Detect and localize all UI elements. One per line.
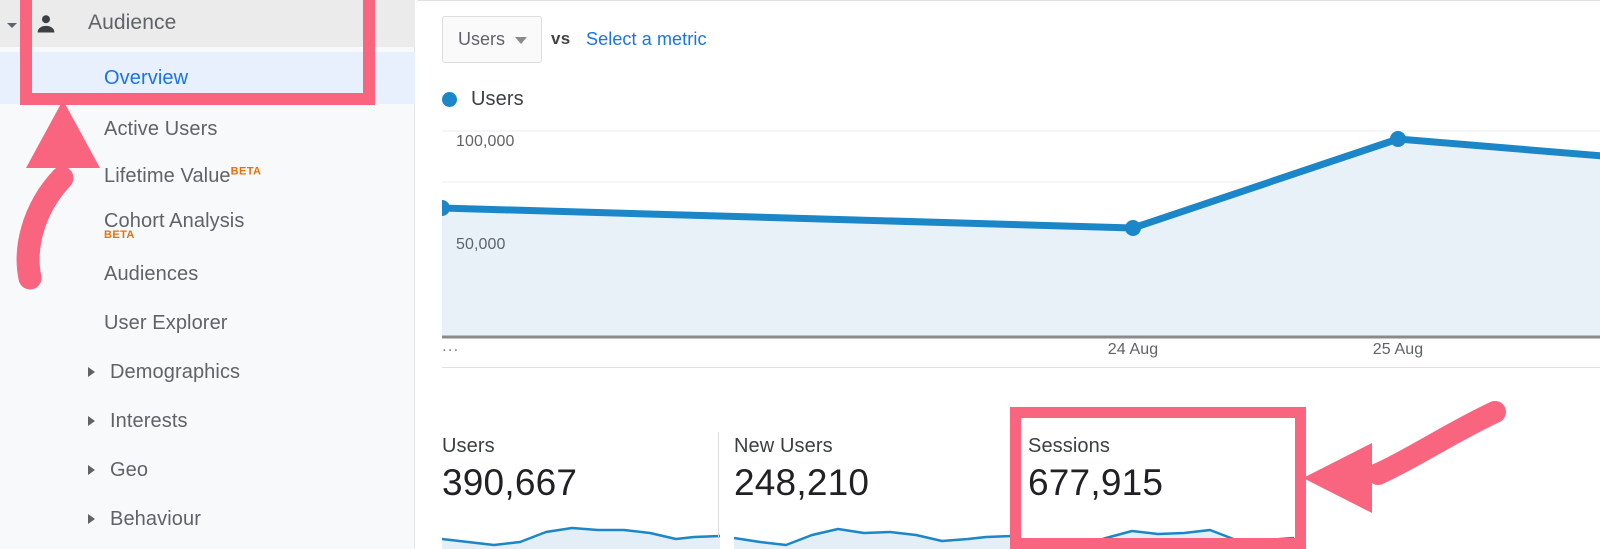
caret-down-icon[interactable] <box>4 17 20 33</box>
caret-right-icon <box>88 367 95 377</box>
metric-card-separator <box>1010 432 1011 537</box>
x-axis-ellipsis: ... <box>442 336 459 356</box>
sidebar-item-label: Demographics <box>110 361 240 384</box>
metric-card-sparkline <box>734 519 1012 549</box>
metric-card-value: 390,667 <box>442 464 577 501</box>
chevron-down-icon <box>515 37 527 44</box>
metric-card-users[interactable]: Users 390,667 <box>442 424 720 549</box>
sidebar-item-label: User Explorer <box>104 312 228 335</box>
sidebar-item-label: Active Users <box>104 118 217 141</box>
chart-canvas <box>442 118 1600 343</box>
sidebar-item-audiences[interactable]: Audiences <box>0 250 415 298</box>
caret-right-icon <box>88 416 95 426</box>
audience-overview-panel: Users vs Select a metric Users 100,000 50… <box>416 0 1600 549</box>
sidebar-item-geo[interactable]: Geo <box>0 446 415 494</box>
sidebar-item-cohort-analysis[interactable]: Cohort AnalysisBETA <box>0 197 415 245</box>
person-icon <box>34 12 58 36</box>
metric-card-value: 248,210 <box>734 464 869 501</box>
metric-card-title: Sessions <box>1028 435 1110 458</box>
metric-card-separator <box>718 432 719 537</box>
users-line-chart[interactable] <box>442 118 1600 343</box>
caret-right-icon <box>88 465 95 475</box>
screenshot-root: Audience Overview Active Users Lifetime Va… <box>0 0 1600 549</box>
chart-x-tick-label: 24 Aug <box>1108 341 1158 359</box>
legend-color-dot <box>442 92 457 107</box>
sidebar-item-user-explorer[interactable]: User Explorer <box>0 299 415 347</box>
sidebar-item-label: Interests <box>110 410 188 433</box>
metric-selector-dropdown[interactable]: Users <box>442 16 542 63</box>
sidebar-item-label: Behaviour <box>110 508 201 531</box>
metric-selector-label: Users <box>458 29 505 50</box>
chart-data-point[interactable] <box>1390 131 1406 147</box>
sidebar-item-label: Geo <box>110 459 148 482</box>
sidebar-section-label: Audience <box>88 11 176 35</box>
sidebar-item-behaviour[interactable]: Behaviour <box>0 495 415 543</box>
sidebar-item-lifetime-value[interactable]: Lifetime ValueBETA <box>0 152 415 200</box>
metric-card-value: 677,915 <box>1028 464 1163 501</box>
vs-label: vs <box>551 29 571 49</box>
chart-area-fill <box>442 137 1600 337</box>
sidebar-item-interests[interactable]: Interests <box>0 397 415 445</box>
caret-right-icon <box>88 514 95 524</box>
chart-y-tick-label: 100,000 <box>456 133 515 151</box>
metric-card-new-users[interactable]: New Users 248,210 <box>734 424 1012 549</box>
beta-badge: BETA <box>104 229 135 241</box>
sidebar-section-audience[interactable]: Audience <box>0 0 415 47</box>
chart-x-tick-label: 25 Aug <box>1373 341 1423 359</box>
sidebar-item-active-users[interactable]: Active Users <box>0 104 415 154</box>
panel-top-edge <box>416 0 1600 3</box>
beta-badge: BETA <box>231 165 262 177</box>
chart-bottom-divider <box>442 367 1600 368</box>
metric-card-sessions[interactable]: Sessions 677,915 <box>1028 424 1306 549</box>
metric-card-title: Users <box>442 435 495 458</box>
sidebar-item-label: Lifetime ValueBETA <box>104 165 261 188</box>
sidebar-item-label: Overview <box>104 67 188 90</box>
sidebar-item-demographics[interactable]: Demographics <box>0 348 415 396</box>
metric-card-sparkline <box>442 519 720 549</box>
sidebar-item-overview[interactable]: Overview <box>0 52 415 104</box>
legend-series-label: Users <box>471 88 524 111</box>
metric-card-sparkline <box>1028 519 1294 549</box>
chart-y-tick-label: 50,000 <box>456 236 506 254</box>
sidebar-item-label: Audiences <box>104 263 198 286</box>
audience-sidebar: Audience Overview Active Users Lifetime Va… <box>0 0 415 549</box>
chart-data-point[interactable] <box>1125 220 1141 236</box>
metric-card-title: New Users <box>734 435 833 458</box>
select-a-metric-link[interactable]: Select a metric <box>586 29 707 50</box>
chart-legend: Users <box>442 88 524 111</box>
